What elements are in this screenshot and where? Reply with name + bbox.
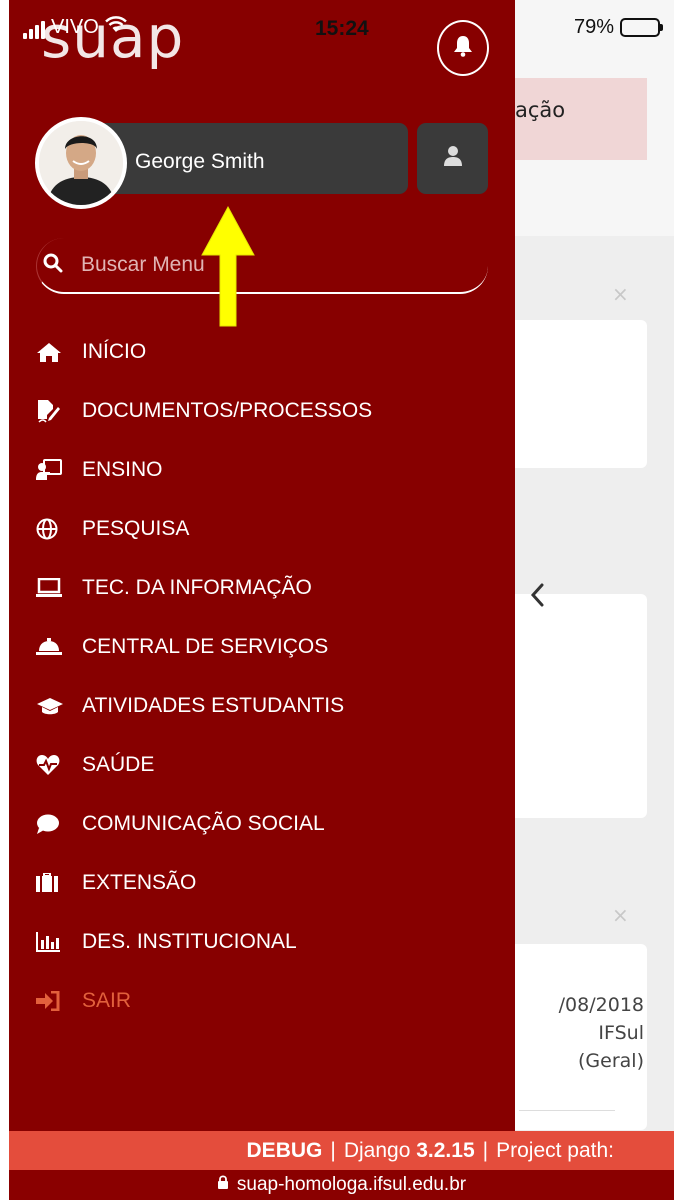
home-icon	[36, 340, 72, 364]
status-bar: VIVO 15:24 79%	[9, 10, 674, 48]
suitcase-icon	[36, 871, 72, 895]
signal-icon	[23, 21, 45, 39]
card-date-text: /08/2018	[558, 994, 644, 1016]
menu-item-label: CENTRAL DE SERVIÇOS	[82, 634, 329, 658]
menu-item-des-institucional[interactable]: DES. INSTITUCIONAL	[36, 912, 496, 971]
search-icon	[43, 253, 63, 278]
menu-item-label: DOCUMENTOS/PROCESSOS	[82, 398, 373, 422]
menu-item-label: INÍCIO	[82, 339, 147, 363]
annotation-arrow	[200, 205, 256, 334]
menu-item-tec-informacao[interactable]: TEC. DA INFORMAÇÃO	[36, 558, 496, 617]
debug-separator: |	[482, 1138, 489, 1162]
debug-label: DEBUG	[246, 1138, 323, 1162]
menu-item-extensao[interactable]: EXTENSÃO	[36, 853, 496, 912]
menu-item-label: TEC. DA INFORMAÇÃO	[82, 575, 312, 599]
menu-item-label: PESQUISA	[82, 516, 190, 540]
background-card	[499, 320, 647, 468]
url-text: suap-homologa.ifsul.edu.br	[236, 1174, 467, 1195]
navigation-drawer: suap George Smith INÍCI	[9, 0, 515, 1131]
menu-item-ensino[interactable]: ENSINO	[36, 440, 496, 499]
card-divider	[519, 1110, 615, 1111]
concierge-bell-icon	[36, 635, 72, 659]
clock: 15:24	[315, 17, 369, 40]
chalkboard-teacher-icon	[36, 458, 72, 482]
debug-separator: |	[330, 1138, 336, 1162]
debug-path-label: Project path:	[496, 1138, 614, 1162]
search-input[interactable]	[81, 253, 461, 277]
menu-item-documentos[interactable]: DOCUMENTOS/PROCESSOS	[36, 381, 496, 440]
menu-item-comunicacao-social[interactable]: COMUNICAÇÃO SOCIAL	[36, 794, 496, 853]
menu-item-inicio[interactable]: INÍCIO	[36, 322, 496, 381]
chevron-left-icon[interactable]	[529, 582, 545, 613]
menu-item-label: SAIR	[82, 988, 132, 1012]
carrier-name: VIVO	[51, 16, 99, 38]
battery-percent: 79%	[573, 16, 614, 38]
menu-item-label: ATIVIDADES ESTUDANTIS	[82, 693, 345, 717]
file-signature-icon	[36, 399, 72, 423]
menu-item-saude[interactable]: SAÚDE	[36, 735, 496, 794]
menu-item-label: DES. INSTITUCIONAL	[82, 929, 297, 953]
menu-item-sair[interactable]: SAIR	[36, 971, 496, 1030]
status-right: 79%	[573, 16, 663, 39]
menu-item-central-servicos[interactable]: CENTRAL DE SERVIÇOS	[36, 617, 496, 676]
comment-icon	[36, 812, 72, 836]
sign-out-icon	[36, 989, 72, 1013]
menu-item-label: COMUNICAÇÃO SOCIAL	[82, 811, 325, 835]
status-left: VIVO	[23, 16, 127, 39]
main-menu: INÍCIO DOCUMENTOS/PROCESSOS ENSINO PESQU…	[36, 322, 496, 1030]
close-icon[interactable]: ×	[612, 282, 629, 306]
graduation-cap-icon	[36, 694, 72, 718]
lock-icon	[217, 1174, 229, 1196]
debug-framework: Django	[343, 1138, 411, 1162]
globe-icon	[36, 517, 72, 541]
menu-item-label: SAÚDE	[82, 752, 155, 776]
search-box[interactable]	[36, 238, 488, 294]
chart-bar-icon	[36, 930, 72, 954]
user-name[interactable]: George Smith	[135, 150, 265, 174]
avatar[interactable]	[35, 117, 127, 209]
wifi-icon	[104, 16, 127, 39]
card-scope-text: (Geral)	[578, 1050, 644, 1072]
user-profile-button[interactable]	[417, 123, 488, 194]
user-icon	[443, 145, 462, 172]
menu-item-pesquisa[interactable]: PESQUISA	[36, 499, 496, 558]
close-icon[interactable]: ×	[612, 903, 629, 927]
heartbeat-icon	[36, 753, 72, 777]
menu-item-atividades-estudantis[interactable]: ATIVIDADES ESTUDANTIS	[36, 676, 496, 735]
screen-frame-edge	[0, 0, 9, 1200]
battery-icon	[620, 18, 663, 37]
debug-version: 3.2.15	[416, 1138, 475, 1162]
background-card	[499, 594, 647, 818]
background-alert-text: ação	[515, 98, 566, 122]
laptop-icon	[36, 576, 72, 600]
menu-item-label: ENSINO	[82, 457, 163, 481]
card-org-text: IFSul	[598, 1022, 644, 1044]
debug-toolbar: DEBUG | Django 3.2.15 | Project path:	[9, 1131, 674, 1170]
menu-item-label: EXTENSÃO	[82, 870, 197, 894]
browser-url-bar[interactable]: suap-homologa.ifsul.edu.br	[9, 1170, 674, 1200]
